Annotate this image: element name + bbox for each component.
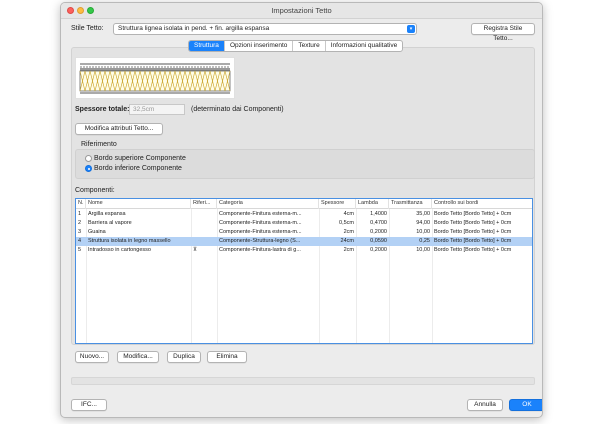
cell-name: Struttura isolata in legno massello bbox=[88, 238, 171, 244]
ifc-button[interactable]: IFC... bbox=[71, 399, 107, 411]
cell-n: 2 bbox=[78, 220, 82, 226]
cell-name: Intradosso in cartongesso bbox=[88, 247, 151, 253]
cell-thickness: 2cm bbox=[343, 229, 354, 235]
settings-window: Impostazioni Tetto Stile Tetto: Struttur… bbox=[60, 2, 543, 418]
cell-transmittance: 10,00 bbox=[416, 229, 430, 235]
modify-roof-attributes-button[interactable]: Modifica attributi Tetto... bbox=[75, 123, 163, 135]
radio-top-edge[interactable]: Bordo superiore Componente bbox=[85, 155, 186, 162]
thickness-note: (determinato dai Componenti) bbox=[191, 106, 284, 113]
col-header-n[interactable]: N. bbox=[76, 199, 86, 209]
cell-name: Argilla espansa bbox=[88, 211, 126, 217]
col-header-lambda[interactable]: Lambda bbox=[356, 199, 389, 209]
cell-edge-control: Bordo Tetto [Bordo Tetto] + 0cm bbox=[434, 247, 512, 253]
cell-lambda: 0,4700 bbox=[370, 220, 387, 226]
cell-edge-control: Bordo Tetto [Bordo Tetto] + 0cm bbox=[434, 238, 512, 244]
radio-top-edge-label: Bordo superiore Componente bbox=[94, 155, 186, 162]
table-row[interactable]: 3 Guaina Componente-Finitura esterna-m... 2… bbox=[76, 228, 532, 237]
cell-edge-control: Bordo Tetto [Bordo Tetto] + 0cm bbox=[434, 220, 512, 226]
col-header-category[interactable]: Categoria bbox=[217, 199, 319, 209]
table-row[interactable]: 4 Struttura isolata in legno massello Comp… bbox=[76, 237, 532, 246]
style-select-value: Struttura lignea isolata in pend. + fin.… bbox=[118, 25, 270, 32]
table-row[interactable]: 5 Intradosso in cartongesso ⊼ Componente-Fi… bbox=[76, 246, 532, 255]
col-header-thickness[interactable]: Spessore bbox=[319, 199, 356, 209]
style-select[interactable]: Struttura lignea isolata in pend. + fin.… bbox=[113, 23, 417, 35]
window-title: Impostazioni Tetto bbox=[271, 6, 332, 15]
cell-n: 1 bbox=[78, 211, 82, 217]
thickness-label: Spessore totale: bbox=[75, 106, 130, 113]
cell-lambda: 0,2000 bbox=[370, 229, 387, 235]
tab-informazioni-qualitative[interactable]: Informazioni qualitative bbox=[326, 41, 402, 51]
tab-opzioni-inserimento[interactable]: Opzioni inserimento bbox=[225, 41, 294, 51]
reference-group bbox=[75, 149, 535, 179]
cell-transmittance: 94,00 bbox=[416, 220, 430, 226]
col-header-reference[interactable]: Riferi... bbox=[191, 199, 217, 209]
new-component-button[interactable]: Nuovo... bbox=[75, 351, 109, 363]
cell-name: Guaina bbox=[88, 229, 106, 235]
cell-category: Componente-Finitura esterna-m... bbox=[219, 220, 302, 226]
cancel-button[interactable]: Annulla bbox=[467, 399, 503, 411]
cell-edge-control: Bordo Tetto [Bordo Tetto] + 0cm bbox=[434, 229, 512, 235]
components-table-header: N. Nome Riferi... Categoria Spessore Lam… bbox=[76, 199, 532, 209]
radio-bottom-edge-circle[interactable] bbox=[85, 165, 92, 172]
cell-category: Componente-Finitura-lastra di g... bbox=[219, 247, 301, 253]
cell-n: 5 bbox=[78, 247, 82, 253]
cell-thickness: 2cm bbox=[343, 247, 354, 253]
table-row[interactable]: 2 Barriera al vapore Componente-Finitura e… bbox=[76, 219, 532, 228]
cell-thickness: 24cm bbox=[340, 238, 354, 244]
col-header-transmittance[interactable]: Trasmittanza bbox=[389, 199, 432, 209]
cell-n: 3 bbox=[78, 229, 82, 235]
cell-category: Componente-Finitura esterna-m... bbox=[219, 211, 302, 217]
cell-thickness: 4cm bbox=[343, 211, 354, 217]
cell-lambda: 0,2000 bbox=[370, 247, 387, 253]
chevron-updown-icon: ▾ bbox=[407, 25, 415, 33]
style-label: Stile Tetto: bbox=[71, 25, 104, 32]
cell-thickness: 0,5cm bbox=[339, 220, 354, 226]
col-header-edge-control[interactable]: Controllo sui bordi bbox=[432, 199, 532, 209]
cell-name: Barriera al vapore bbox=[88, 220, 132, 226]
register-style-button[interactable]: Registra Stile Tetto... bbox=[471, 23, 535, 42]
title-bar: Impostazioni Tetto bbox=[61, 3, 542, 19]
radio-top-edge-circle[interactable] bbox=[85, 155, 92, 162]
cell-transmittance: 10,00 bbox=[416, 247, 430, 253]
roof-section-drawing bbox=[79, 63, 231, 94]
components-table: N. Nome Riferi... Categoria Spessore Lam… bbox=[75, 198, 533, 344]
table-row[interactable]: 1 Argilla espansa Componente-Finitura este… bbox=[76, 210, 532, 219]
components-title: Componenti: bbox=[75, 187, 115, 194]
tab-struttura[interactable]: Struttura bbox=[189, 41, 225, 51]
cell-reference: ⊼ bbox=[193, 247, 198, 253]
cell-lambda: 0,0590 bbox=[370, 238, 387, 244]
reference-title: Riferimento bbox=[81, 141, 117, 148]
radio-bottom-edge[interactable]: Bordo inferiore Componente bbox=[85, 165, 182, 172]
roof-section-preview bbox=[75, 57, 235, 99]
cell-n: 4 bbox=[78, 238, 82, 244]
duplicate-component-button[interactable]: Duplica bbox=[167, 351, 201, 363]
thickness-field: 32,5cm bbox=[129, 104, 185, 115]
radio-bottom-edge-label: Bordo inferiore Componente bbox=[94, 165, 182, 172]
cell-lambda: 1,4000 bbox=[370, 211, 387, 217]
cell-transmittance: 35,00 bbox=[416, 211, 430, 217]
cell-category: Componente-Struttura-legno (S... bbox=[219, 238, 301, 244]
ok-button[interactable]: OK bbox=[509, 399, 542, 411]
col-header-name[interactable]: Nome bbox=[86, 199, 191, 209]
tab-bar: Struttura Opzioni inserimento Texture In… bbox=[188, 40, 404, 52]
tab-texture[interactable]: Texture bbox=[293, 41, 326, 51]
progress-bar bbox=[71, 377, 535, 385]
modify-component-button[interactable]: Modifica... bbox=[117, 351, 159, 363]
delete-component-button[interactable]: Elimina bbox=[207, 351, 247, 363]
cell-transmittance: 0,25 bbox=[419, 238, 430, 244]
cell-edge-control: Bordo Tetto [Bordo Tetto] + 0cm bbox=[434, 211, 512, 217]
cell-category: Componente-Finitura esterna-m... bbox=[219, 229, 302, 235]
